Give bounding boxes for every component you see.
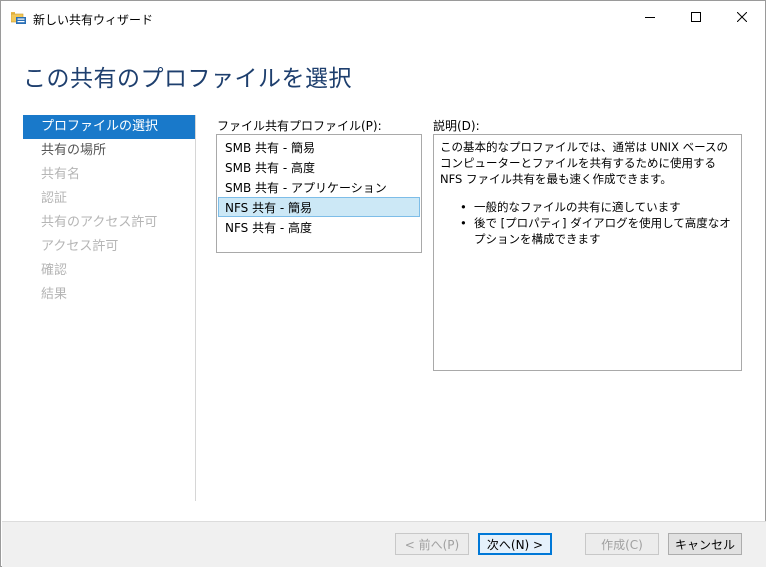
profile-listbox[interactable]: SMB 共有 - 簡易 SMB 共有 - 高度 SMB 共有 - アプリケーショ…: [216, 134, 422, 253]
close-icon: [736, 11, 748, 25]
maximize-button[interactable]: [673, 1, 719, 35]
create-button[interactable]: 作成(C): [585, 533, 659, 555]
nav-item-share-location[interactable]: 共有の場所: [23, 139, 195, 163]
cancel-button[interactable]: キャンセル: [668, 533, 742, 555]
nav-item-select-profile[interactable]: プロファイルの選択: [23, 115, 195, 139]
nav-item-confirmation: 確認: [41, 263, 68, 278]
wizard-nav: プロファイルの選択 共有の場所 共有名 認証 共有のアクセス許可 アクセス許可 …: [23, 115, 195, 307]
nav-divider: [195, 115, 196, 501]
maximize-icon: [691, 11, 701, 25]
profile-item-smb-quick[interactable]: SMB 共有 - 簡易: [218, 137, 420, 157]
previous-button[interactable]: < 前へ(P): [395, 533, 469, 555]
nav-item-share-name: 共有名: [41, 167, 81, 182]
description-bullet: 一般的なファイルの共有に適しています: [460, 199, 735, 215]
profile-item-nfs-quick[interactable]: NFS 共有 - 簡易: [218, 197, 420, 217]
window-title: 新しい共有ウィザード: [33, 13, 154, 27]
next-button[interactable]: 次へ(N) >: [478, 533, 552, 555]
page-title: この共有のプロファイルを選択: [23, 66, 352, 92]
description-box: この基本的なプロファイルでは、通常は UNIX ベースのコンピューターとファイル…: [433, 134, 742, 371]
nav-item-permissions: アクセス許可: [41, 239, 119, 254]
close-button[interactable]: [719, 1, 765, 35]
profile-item-nfs-advanced[interactable]: NFS 共有 - 高度: [218, 217, 420, 237]
profile-item-smb-applications[interactable]: SMB 共有 - アプリケーション: [218, 177, 420, 197]
nav-item-authentication: 認証: [41, 191, 68, 206]
minimize-icon: [645, 11, 655, 25]
description-label: 説明(D):: [433, 119, 480, 133]
wizard-footer: < 前へ(P) 次へ(N) > 作成(C) キャンセル: [2, 521, 766, 567]
profile-item-smb-advanced[interactable]: SMB 共有 - 高度: [218, 157, 420, 177]
minimize-button[interactable]: [627, 1, 673, 35]
description-bullet: 後で [プロパティ] ダイアログを使用して高度なオプションを構成できます: [460, 215, 735, 247]
title-bar[interactable]: 新しい共有ウィザード: [1, 1, 765, 35]
nav-item-results: 結果: [41, 287, 68, 302]
profile-list-label: ファイル共有プロファイル(P):: [217, 119, 382, 133]
share-folder-icon: [10, 11, 27, 25]
wizard-window: 新しい共有ウィザード この共有のプロファイルを選択 プロファイルの選択 共有の場…: [0, 0, 766, 567]
description-bullets: 一般的なファイルの共有に適しています 後で [プロパティ] ダイアログを使用して…: [440, 199, 735, 247]
nav-item-share-permissions: 共有のアクセス許可: [41, 215, 158, 230]
description-text: この基本的なプロファイルでは、通常は UNIX ベースのコンピューターとファイル…: [440, 140, 729, 186]
